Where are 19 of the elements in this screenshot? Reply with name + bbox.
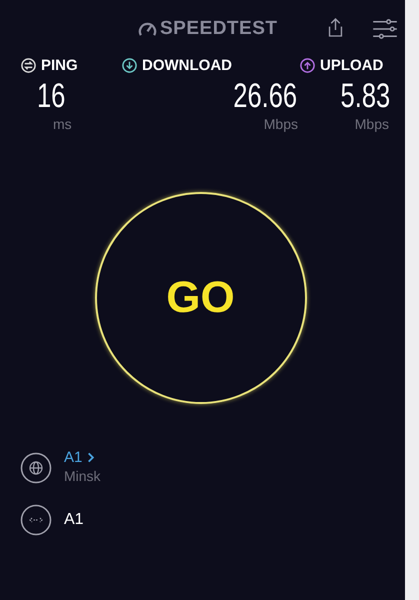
share-icon[interactable] (327, 17, 344, 38)
metric-unit: Mbps (264, 116, 298, 132)
go-button[interactable]: GO (94, 192, 306, 404)
metric-value: 26.66 (233, 78, 297, 114)
metric-label: DOWNLOAD (142, 56, 232, 74)
logo-text: SPEEDTEST (160, 18, 278, 40)
provider-name[interactable]: A1 (64, 449, 82, 466)
metric-unit: ms (53, 116, 72, 132)
metric-value: 16 (37, 78, 66, 114)
server-name[interactable]: A1 (64, 511, 84, 529)
metric-label: UPLOAD (320, 56, 384, 74)
chevron-icon[interactable] (87, 452, 96, 463)
globe-icon (20, 452, 52, 484)
provider-location: Minsk (64, 468, 101, 484)
metric-label: PING (41, 56, 78, 74)
metric-unit: Mbps (354, 116, 389, 132)
metric-value: 5.83 (340, 78, 390, 114)
server-icon (20, 504, 52, 536)
settings-icon[interactable] (372, 19, 398, 39)
